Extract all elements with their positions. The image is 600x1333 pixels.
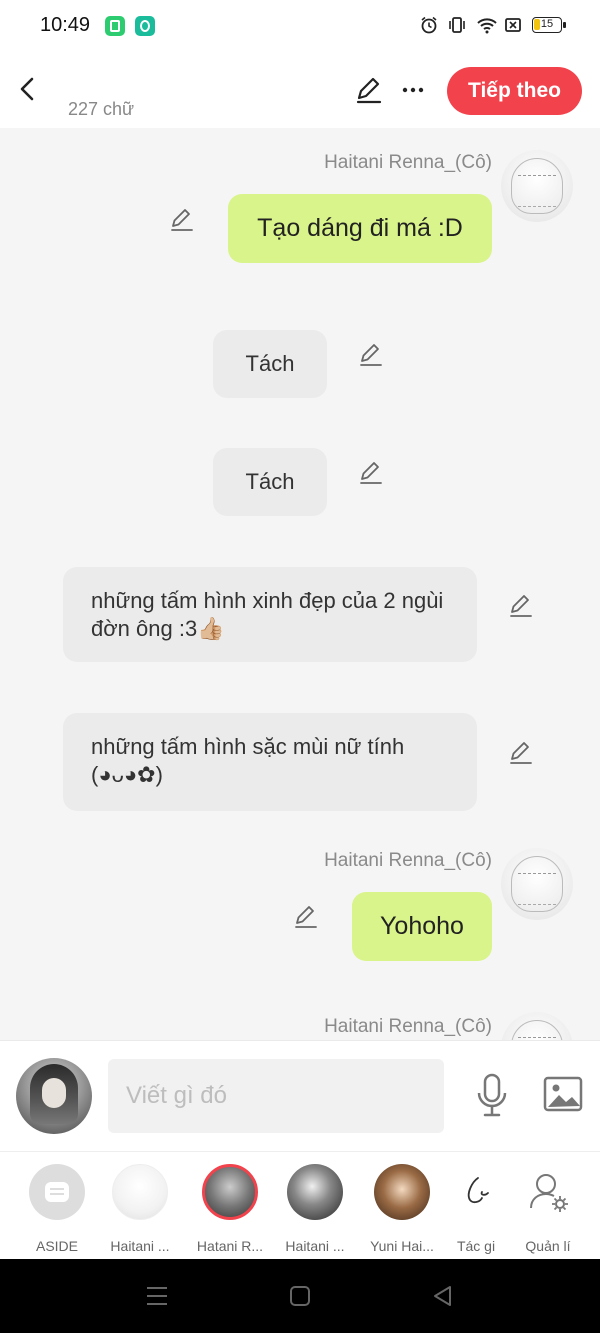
next-button[interactable]: Tiếp theo: [447, 67, 582, 115]
top-bar: 227 chữ Tiếp theo: [0, 55, 600, 128]
character-selector: ASIDE Haitani ... Hatani R... Haitani ..…: [0, 1151, 600, 1259]
app-battery-icon: [105, 16, 125, 36]
current-character-avatar[interactable]: [16, 1058, 92, 1134]
microphone-icon[interactable]: [474, 1073, 510, 1119]
chat-area[interactable]: Haitani Renna_(Cô) Tạo dáng đi má :D Tác…: [0, 128, 600, 1040]
character-tab-selected[interactable]: Hatani R...: [190, 1164, 270, 1254]
character-tab-author[interactable]: Tác gi: [436, 1164, 516, 1254]
back-nav-icon[interactable]: [431, 1285, 455, 1307]
status-icons: 15: [420, 16, 566, 34]
character-tab-label: Haitani ...: [285, 1238, 345, 1254]
battery-icon: 15: [532, 17, 566, 33]
aside-icon: [29, 1164, 85, 1220]
edit-message-icon[interactable]: [508, 593, 534, 619]
character-avatar: [374, 1164, 430, 1220]
back-icon[interactable]: [14, 73, 42, 105]
system-nav-bar: [0, 1259, 600, 1333]
user-settings-icon: [520, 1164, 576, 1220]
app-gear-icon: [135, 16, 155, 36]
sim-off-icon: [504, 16, 522, 34]
status-bar: 10:49 15: [0, 0, 600, 55]
edit-message-icon[interactable]: [358, 342, 384, 368]
character-tab-label: Tác gi: [456, 1238, 496, 1254]
message-bubble[interactable]: Yohoho: [352, 892, 492, 961]
character-tab[interactable]: Haitani ...: [100, 1164, 180, 1254]
manage-characters-tab[interactable]: Quản lí: [508, 1164, 588, 1254]
signature-icon: [448, 1164, 504, 1220]
menu-icon[interactable]: [145, 1285, 169, 1307]
vibrate-icon: [448, 16, 466, 34]
edit-message-icon[interactable]: [358, 460, 384, 486]
character-tab-label: Haitani ...: [110, 1238, 170, 1254]
sender-name: Haitani Renna_(Cô): [324, 152, 492, 173]
narration-bubble[interactable]: Tách: [213, 448, 327, 516]
character-tab-label: ASIDE: [35, 1238, 78, 1254]
status-time: 10:49: [40, 14, 91, 36]
home-icon[interactable]: [288, 1285, 312, 1307]
image-icon[interactable]: [543, 1076, 583, 1112]
character-avatar: [112, 1164, 168, 1220]
wifi-icon: [476, 16, 497, 34]
alarm-icon: [420, 16, 438, 34]
edit-pencil-icon[interactable]: [354, 75, 384, 105]
character-avatar[interactable]: [501, 848, 573, 920]
character-tab-label: Yuni Hai...: [370, 1238, 434, 1254]
word-count: 227 chữ: [68, 99, 135, 119]
character-avatar: [202, 1164, 258, 1220]
composer-bar: [0, 1040, 600, 1151]
message-input[interactable]: [108, 1059, 444, 1133]
character-tab-label: Quản lí: [525, 1238, 571, 1254]
character-avatar: [287, 1164, 343, 1220]
edit-message-icon[interactable]: [293, 904, 319, 930]
narration-bubble[interactable]: những tấm hình sặc mùi nữ tính (◕ᴗ◕✿): [63, 713, 477, 811]
character-avatar[interactable]: [501, 150, 573, 222]
character-tab[interactable]: Yuni Hai...: [362, 1164, 442, 1254]
more-options-icon[interactable]: [400, 77, 426, 103]
edit-message-icon[interactable]: [169, 207, 195, 233]
edit-message-icon[interactable]: [508, 740, 534, 766]
character-tab-aside[interactable]: ASIDE: [17, 1164, 97, 1254]
message-bubble[interactable]: Tạo dáng đi má :D: [228, 194, 492, 263]
sender-name: Haitani Renna_(Cô): [324, 1016, 492, 1037]
character-tab-label: Hatani R...: [196, 1238, 264, 1254]
character-tab[interactable]: Haitani ...: [275, 1164, 355, 1254]
narration-bubble[interactable]: những tấm hình xinh đẹp của 2 ngùi đờn ô…: [63, 567, 477, 662]
narration-bubble[interactable]: Tách: [213, 330, 327, 398]
character-avatar[interactable]: [501, 1012, 573, 1040]
sender-name: Haitani Renna_(Cô): [324, 850, 492, 871]
